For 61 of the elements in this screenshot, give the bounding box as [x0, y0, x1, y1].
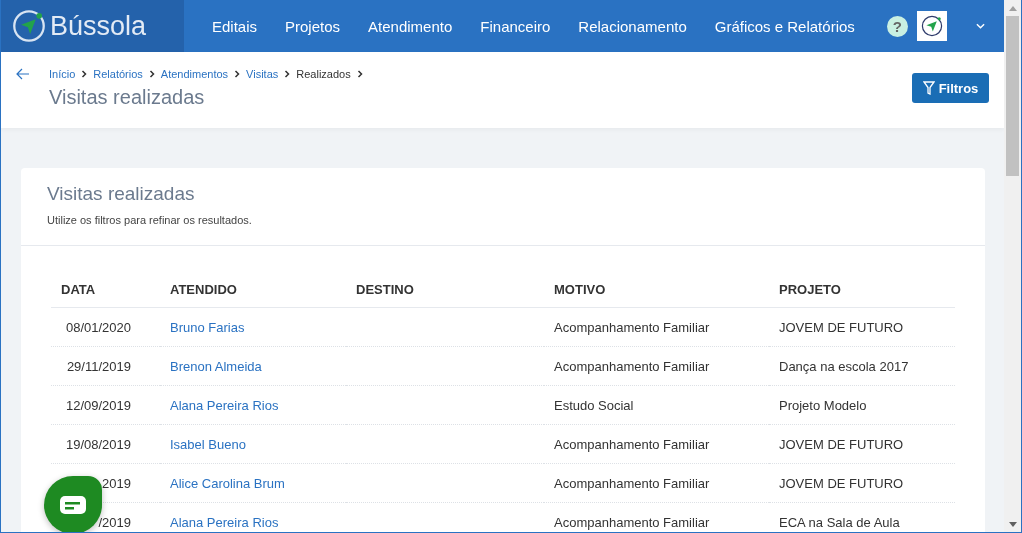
nav-link[interactable]: Financeiro	[466, 17, 565, 35]
person-link[interactable]: Alana Pereira Rios	[170, 514, 279, 530]
nav-link[interactable]: Gráficos e Relatórios	[700, 17, 869, 35]
chevron-icon	[356, 70, 363, 78]
chevron-icon	[148, 70, 155, 78]
date-text: /2019	[97, 514, 131, 530]
table-cell: Acompanhamento Familiar	[544, 463, 769, 503]
chevron-icon	[234, 70, 241, 78]
table-cell: Projeto Modelo	[769, 385, 955, 425]
card-title: Visitas realizadas	[47, 183, 196, 205]
date-text: 08/01/2020	[64, 319, 131, 335]
breadcrumb-item[interactable]: Início	[49, 68, 76, 80]
compass-logo-icon[interactable]	[12, 9, 46, 43]
person-link[interactable]: Isabel Bueno	[170, 436, 246, 452]
user-avatar[interactable]	[916, 11, 947, 41]
table-cell: Acompanhamento Familiar	[544, 424, 769, 464]
caret-icon[interactable]	[975, 23, 985, 29]
scroll-thumb[interactable]	[1006, 16, 1019, 176]
chevron-icon	[284, 70, 291, 78]
person-link[interactable]: Alice Carolina Brum	[170, 475, 285, 491]
page-title: Visitas realizadas	[49, 86, 206, 109]
scroll-down-icon[interactable]	[1008, 522, 1017, 527]
filters-button[interactable]: Filtros	[912, 73, 989, 103]
nav-link[interactable]: Atendimento	[354, 17, 467, 35]
column-header: DATA	[51, 272, 160, 308]
date-text: 12/09/2019	[64, 397, 131, 413]
help-button[interactable]: ?	[886, 15, 908, 37]
person-link[interactable]: Alana Pereira Rios	[170, 397, 279, 413]
breadcrumb-item[interactable]: Visitas	[246, 68, 279, 80]
table-cell: JOVEM DE FUTURO	[769, 463, 955, 503]
breadcrumb-item[interactable]: Realizados	[296, 68, 351, 80]
back-arrow-icon[interactable]	[16, 68, 30, 80]
nav-link[interactable]: Relacionamento	[564, 17, 701, 35]
filter-icon	[922, 81, 935, 95]
table-cell: JOVEM DE FUTURO	[769, 307, 955, 347]
nav-link[interactable]: Editais	[198, 17, 272, 35]
chevron-icon	[81, 70, 88, 78]
column-header: PROJETO	[769, 272, 955, 308]
nav-link[interactable]: Projetos	[271, 17, 355, 35]
column-header: DESTINO	[346, 272, 544, 308]
compass-icon	[919, 14, 944, 38]
card-subtitle: Utilize os filtros para refinar os resultados.	[47, 214, 253, 226]
table-cell: JOVEM DE FUTURO	[769, 424, 955, 464]
column-header: ATENDIDO	[160, 272, 346, 308]
table-cell: Acompanhamento Familiar	[544, 307, 769, 347]
column-header: MOTIVO	[544, 272, 769, 308]
table-cell: Acompanhamento Familiar	[544, 502, 769, 532]
breadcrumb-item[interactable]: Atendimentos	[160, 68, 229, 80]
table-cell: ECA na Sala de Aula	[769, 502, 955, 532]
chat-icon	[60, 496, 86, 514]
breadcrumb-item[interactable]: Relatórios	[93, 68, 143, 80]
person-link[interactable]: Bruno Farias	[170, 319, 245, 335]
table-cell: Dança na escola 2017	[769, 346, 955, 386]
date-text: 19/08/2019	[64, 436, 131, 452]
date-text: 2019	[101, 475, 131, 491]
table-cell: Acompanhamento Familiar	[544, 346, 769, 386]
brand-name: Bússola	[50, 10, 147, 42]
date-text: 29/11/2019	[65, 358, 131, 374]
person-link[interactable]: Brenon Almeida	[170, 358, 262, 374]
table-cell: Estudo Social	[544, 385, 769, 425]
scrollbar[interactable]	[1004, 0, 1021, 532]
